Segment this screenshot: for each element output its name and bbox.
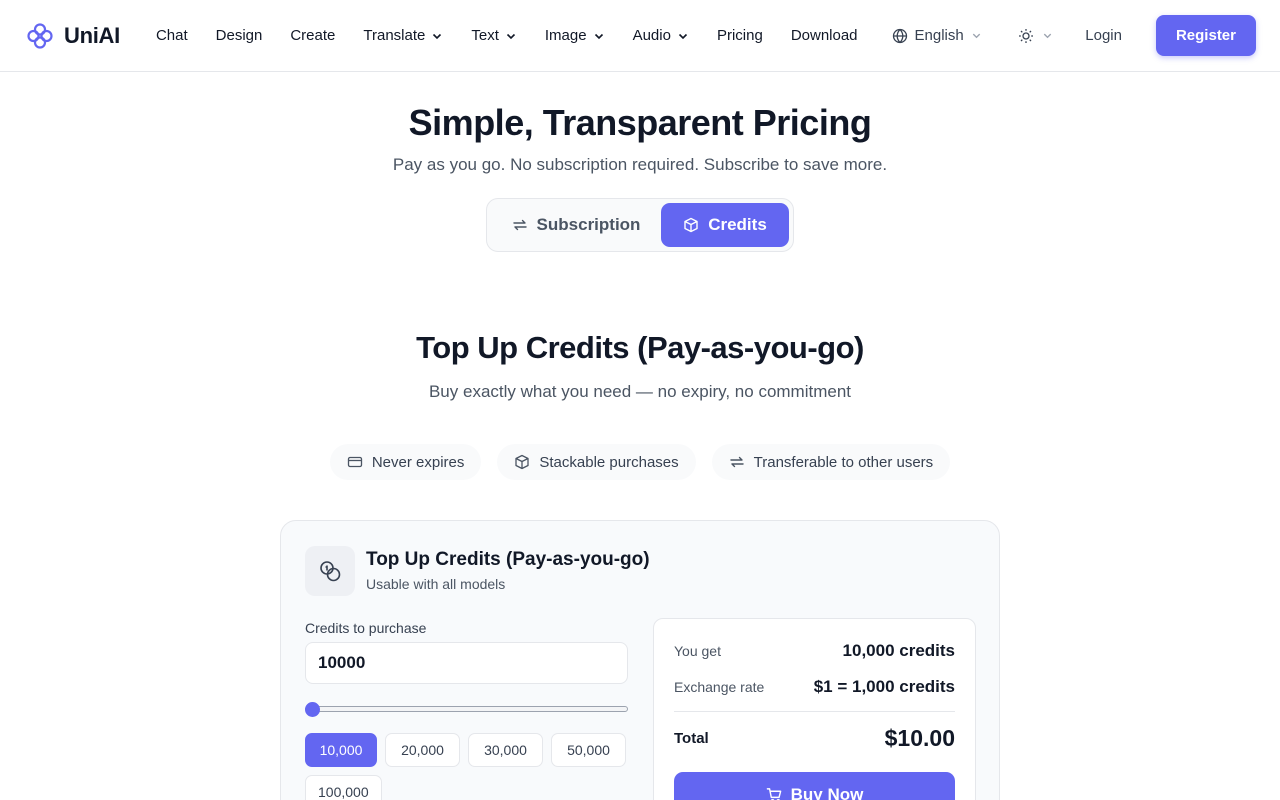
chevron-down-icon — [506, 33, 515, 39]
buy-now-label: Buy Now — [790, 785, 864, 800]
total-value: $10.00 — [884, 725, 955, 751]
nav-item-download[interactable]: Download — [777, 16, 872, 56]
buy-now-button[interactable]: Buy Now — [674, 772, 955, 800]
card-title: Top Up Credits (Pay-as-you-go) — [366, 549, 650, 570]
nav-item-label: Pricing — [716, 27, 763, 44]
box-icon — [515, 454, 530, 470]
chevron-down-icon — [972, 33, 980, 39]
nav-item-image[interactable]: Image — [531, 16, 619, 56]
nav-item-label: Text — [471, 27, 499, 44]
slider-thumb[interactable] — [305, 702, 320, 717]
nav-item-label: Design — [215, 27, 263, 44]
tab-subscription[interactable]: Subscription — [491, 203, 661, 247]
summary-row-total: Total $10.00 — [674, 725, 955, 752]
register-button[interactable]: Register — [1155, 15, 1256, 56]
tab-credits-label: Credits — [708, 215, 767, 234]
nav-item-translate[interactable]: Translate — [349, 16, 457, 56]
summary-row-rate: Exchange rate $1 = 1,000 credits — [674, 677, 955, 697]
nav-item-label: Audio — [632, 27, 671, 44]
card-icon-box — [305, 546, 355, 596]
credits-input-label: Credits to purchase — [305, 620, 427, 636]
coins-icon — [320, 561, 341, 582]
chevron-down-icon — [433, 33, 442, 39]
you-get-label: You get — [674, 643, 721, 659]
summary-row-you-get: You get 10,000 credits — [674, 641, 955, 661]
rate-label: Exchange rate — [674, 679, 765, 695]
preset-button-20000[interactable]: 20,000 — [385, 733, 460, 767]
credits-input[interactable] — [305, 642, 628, 684]
theme-toggle[interactable] — [1018, 28, 1053, 44]
feature-label: Stackable purchases — [539, 453, 679, 471]
cart-icon — [766, 787, 781, 800]
topup-card: Top Up Credits (Pay-as-you-go) Usable wi… — [280, 520, 1000, 800]
page-subtitle: Pay as you go. No subscription required.… — [392, 155, 888, 174]
credit-card-icon — [347, 456, 362, 468]
nav-item-audio[interactable]: Audio — [619, 16, 703, 56]
nav-item-label: Download — [790, 27, 858, 44]
tab-subscription-label: Subscription — [536, 215, 641, 234]
preset-button-100000[interactable]: 100,000 — [305, 775, 382, 800]
section-subtitle: Buy exactly what you need — no expiry, n… — [428, 382, 852, 401]
feature-badge: Transferable to other users — [711, 444, 951, 480]
globe-icon — [892, 28, 907, 43]
auth-actions: Login Register — [1065, 15, 1256, 56]
brand-logo-link[interactable]: UniAI — [26, 22, 120, 50]
chevron-down-icon — [1043, 33, 1051, 39]
nav-item-label: Image — [544, 27, 587, 44]
preset-button-30000[interactable]: 30,000 — [468, 733, 543, 767]
top-navbar: UniAI Chat Design Create Translate Text … — [0, 0, 1280, 72]
nav-item-chat[interactable]: Chat — [142, 16, 202, 56]
feature-badge: Stackable purchases — [497, 444, 696, 480]
nav-item-pricing[interactable]: Pricing — [703, 16, 777, 56]
repeat-arrows-icon — [512, 219, 527, 231]
summary-divider — [674, 711, 955, 712]
clover-logo-icon — [27, 22, 53, 49]
you-get-value: 10,000 credits — [842, 641, 955, 660]
nav-links: Chat Design Create Translate Text Image … — [142, 16, 872, 56]
nav-item-label: Translate — [363, 27, 426, 44]
credit-presets: 10,000 20,000 30,000 50,000 100,000 — [305, 733, 635, 800]
sun-icon — [1018, 28, 1033, 43]
order-summary: You get 10,000 credits Exchange rate $1 … — [653, 618, 976, 800]
total-label: Total — [674, 730, 709, 747]
card-subtitle: Usable with all models — [366, 576, 506, 592]
section-title: Top Up Credits (Pay-as-you-go) — [416, 330, 864, 365]
brand-name: UniAI — [64, 22, 120, 48]
rate-value: $1 = 1,000 credits — [813, 677, 955, 696]
credits-slider[interactable] — [305, 702, 628, 717]
feature-label: Never expires — [371, 453, 465, 471]
preset-button-10000[interactable]: 10,000 — [305, 733, 377, 767]
box-icon — [684, 217, 698, 233]
page-title: Simple, Transparent Pricing — [408, 102, 872, 143]
feature-label: Transferable to other users — [753, 453, 934, 471]
chevron-down-icon — [678, 33, 688, 39]
feature-badges: Never expires Stackable purchases Transf… — [0, 444, 1280, 480]
language-selector[interactable]: English — [892, 27, 982, 44]
nav-item-create[interactable]: Create — [276, 16, 349, 56]
tab-credits[interactable]: Credits — [661, 203, 789, 247]
preset-button-50000[interactable]: 50,000 — [551, 733, 626, 767]
slider-track — [305, 706, 628, 712]
nav-item-label: Chat — [155, 27, 188, 44]
nav-item-design[interactable]: Design — [202, 16, 277, 56]
repeat-arrows-icon — [729, 456, 744, 468]
language-label: English — [914, 27, 964, 44]
pricing-mode-toggle: Subscription Credits — [486, 198, 794, 252]
feature-badge: Never expires — [329, 444, 482, 480]
login-button[interactable]: Login — [1065, 17, 1142, 54]
chevron-down-icon — [594, 33, 603, 39]
nav-item-text[interactable]: Text — [457, 16, 531, 56]
nav-item-label: Create — [290, 27, 336, 44]
